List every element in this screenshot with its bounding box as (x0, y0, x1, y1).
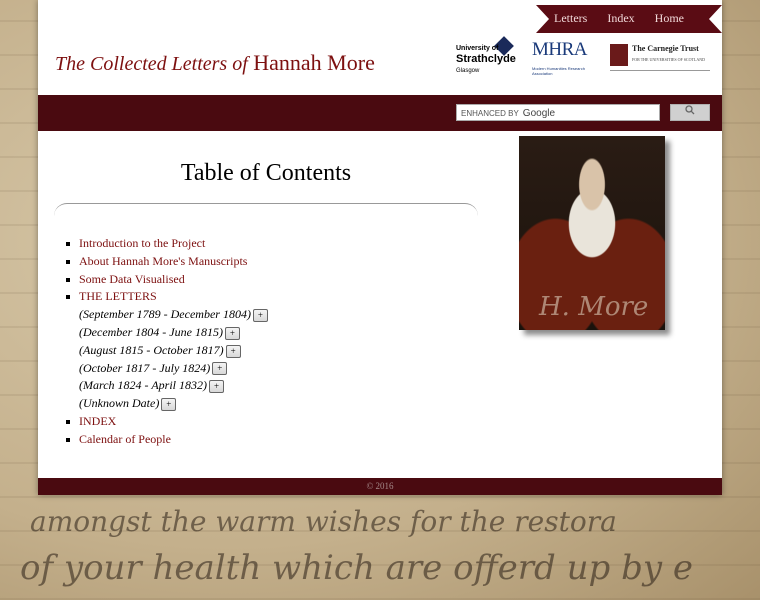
mhra-logo-name: MHRA (532, 39, 588, 60)
expand-button[interactable]: + (212, 362, 228, 376)
search-input[interactable]: ENHANCED BY Google (456, 104, 660, 121)
carnegie-logo-sub: FOR THE UNIVERSITIES OF SCOTLAND (632, 56, 706, 62)
portrait-signature: H. More (539, 292, 649, 322)
strathclyde-logo[interactable]: University of Strathclyde Glasgow (456, 36, 516, 76)
expand-button[interactable]: + (225, 344, 241, 358)
page-container: Letters Index Home The Collected Letters… (38, 0, 722, 495)
toc-period-1815-1817: (August 1815 - October 1817) + (66, 342, 268, 360)
nav-home-link[interactable]: Home (655, 11, 684, 26)
toc-period-label: (October 1817 - July 1824) (79, 360, 211, 375)
toc-period-label: (August 1815 - October 1817) (79, 342, 224, 357)
toc-period-1817-1824: (October 1817 - July 1824) + (66, 360, 268, 378)
toc-period-unknown: (Unknown Date) + (66, 395, 268, 413)
background-handwriting-2: of your health which are offerd up by e (20, 548, 693, 588)
footer: © 2016 (38, 478, 722, 495)
site-title-name: Hannah More (253, 50, 375, 75)
nav-letters-link[interactable]: Letters (554, 11, 587, 26)
top-nav: Letters Index Home (554, 11, 684, 26)
nav-index-link[interactable]: Index (607, 11, 634, 26)
search-button[interactable] (670, 104, 710, 121)
toc-item-calendar-of-people[interactable]: Calendar of People (66, 431, 268, 449)
toc-item-manuscripts[interactable]: About Hannah More's Manuscripts (66, 253, 268, 271)
expand-button[interactable]: + (161, 397, 177, 411)
search-icon (685, 105, 695, 115)
expand-button[interactable]: + (224, 326, 240, 340)
toc-period-1804-1815: (December 1804 - June 1815) + (66, 324, 268, 342)
toc-item-introduction[interactable]: Introduction to the Project (66, 235, 268, 253)
strathclyde-logo-line3: Glasgow (456, 68, 480, 74)
toc-period-label: (December 1804 - June 1815) (79, 324, 223, 339)
strathclyde-logo-line2: Strathclyde (456, 53, 516, 65)
toc-period-1789-1804: (September 1789 - December 1804) + (66, 306, 268, 324)
hannah-more-portrait: H. More (519, 136, 665, 330)
site-title[interactable]: The Collected Letters of Hannah More (55, 50, 375, 76)
site-title-prefix: The Collected Letters of (55, 53, 248, 75)
title-divider (54, 203, 478, 216)
toc-period-1824-1832: (March 1824 - April 1832) + (66, 377, 268, 395)
sponsor-logos: University of Strathclyde Glasgow MHRA M… (456, 36, 710, 76)
footer-copyright: © 2016 (366, 481, 394, 491)
strathclyde-logo-line1: University of (456, 45, 499, 52)
toc-item-data-visualised[interactable]: Some Data Visualised (66, 271, 268, 289)
toc-item-index[interactable]: INDEX (66, 413, 268, 431)
page-title: Table of Contents (180, 160, 352, 186)
expand-button[interactable]: + (209, 380, 224, 394)
toc-item-the-letters[interactable]: THE LETTERS (66, 288, 268, 306)
background-handwriting-1: amongst the warm wishes for the restora (30, 505, 617, 538)
toc-period-label: (Unknown Date) (79, 396, 160, 411)
search-enhanced-label: ENHANCED BY (461, 109, 519, 118)
toc-period-label: (March 1824 - April 1832) (79, 378, 207, 393)
carnegie-logo-name: The Carnegie Trust (632, 43, 699, 53)
carnegie-crest-icon (610, 43, 628, 66)
search-brand-label: Google (522, 108, 556, 119)
expand-button[interactable]: + (252, 308, 268, 322)
toc-list: Introduction to the Project About Hannah… (66, 235, 268, 449)
mhra-logo[interactable]: MHRA Modern Humanities Research Associat… (532, 39, 594, 76)
toc-period-label: (September 1789 - December 1804) (79, 307, 251, 322)
carnegie-logo[interactable]: The Carnegie Trust FOR THE UNIVERSITIES … (610, 42, 710, 71)
mhra-logo-sub: Modern Humanities Research Association (532, 66, 585, 76)
